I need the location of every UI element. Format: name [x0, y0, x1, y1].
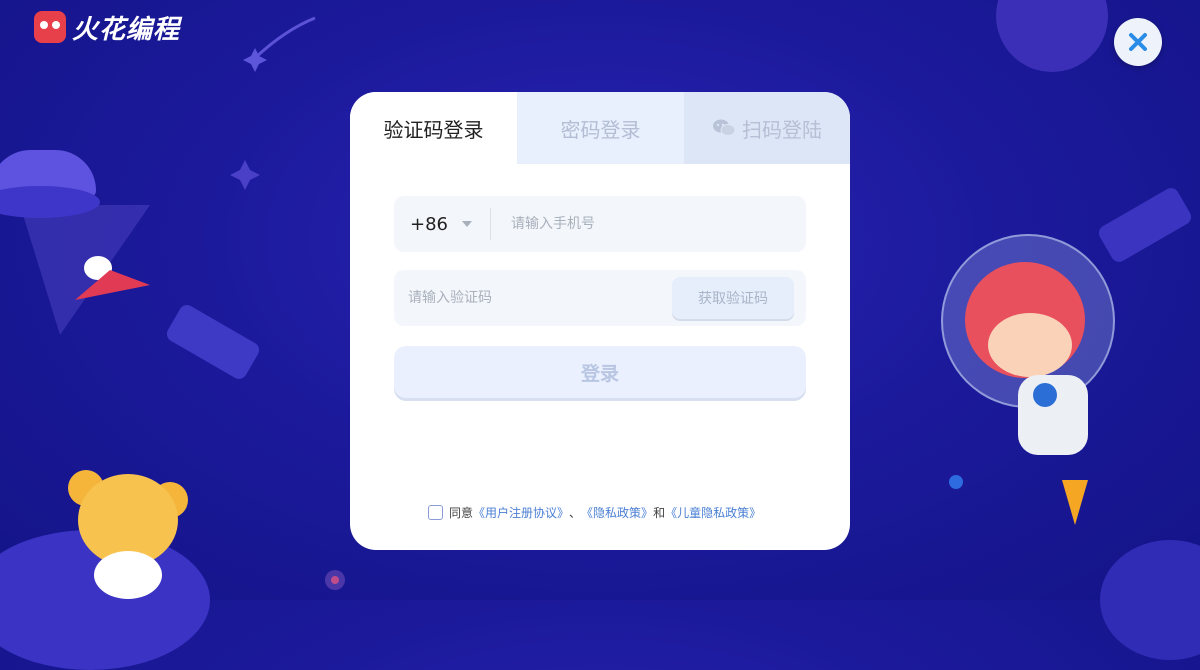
login-card: 密码登录 扫码登陆 验证码登录 +86 获取验证码 登录 同意 [350, 92, 850, 550]
phone-input[interactable] [491, 195, 806, 253]
country-code-select[interactable]: +86 [394, 214, 490, 235]
tab-label: 验证码登录 [383, 117, 484, 142]
agreement-separator: 、 [569, 506, 582, 520]
user-agreement-link[interactable]: 《用户注册协议》 [473, 504, 569, 521]
chevron-down-icon [462, 221, 472, 227]
country-code-value: +86 [410, 213, 448, 235]
get-code-button[interactable]: 获取验证码 [672, 277, 794, 319]
agreement-and: 和 [653, 506, 666, 520]
tab-code-login[interactable]: 验证码登录 [350, 92, 517, 164]
login-tabs: 密码登录 扫码登陆 验证码登录 [350, 92, 850, 164]
close-icon [1129, 33, 1147, 51]
verification-code-input[interactable] [394, 269, 672, 327]
tab-qr-login[interactable]: 扫码登陆 [684, 92, 850, 164]
tab-label: 扫码登陆 [742, 117, 822, 142]
agreement-row: 同意 《用户注册协议》 、 《隐私政策》 和 《儿童隐私政策》 [428, 504, 761, 521]
close-button[interactable] [1114, 18, 1162, 66]
logo-text: 火花编程 [72, 14, 181, 45]
wechat-icon [713, 119, 736, 136]
logo-mascot-icon [34, 11, 66, 43]
tab-label: 密码登录 [560, 117, 641, 142]
app-logo: 火花编程 [34, 10, 181, 45]
phone-field: +86 [394, 195, 806, 253]
child-privacy-link[interactable]: 《儿童隐私政策》 [665, 504, 761, 521]
agreement-prefix: 同意 [449, 506, 474, 520]
code-field: 获取验证码 [394, 269, 806, 327]
login-button[interactable]: 登录 [394, 346, 806, 398]
tab-password-login[interactable]: 密码登录 [517, 92, 684, 164]
agreement-checkbox[interactable] [428, 505, 443, 520]
privacy-policy-link[interactable]: 《隐私政策》 [581, 504, 653, 521]
